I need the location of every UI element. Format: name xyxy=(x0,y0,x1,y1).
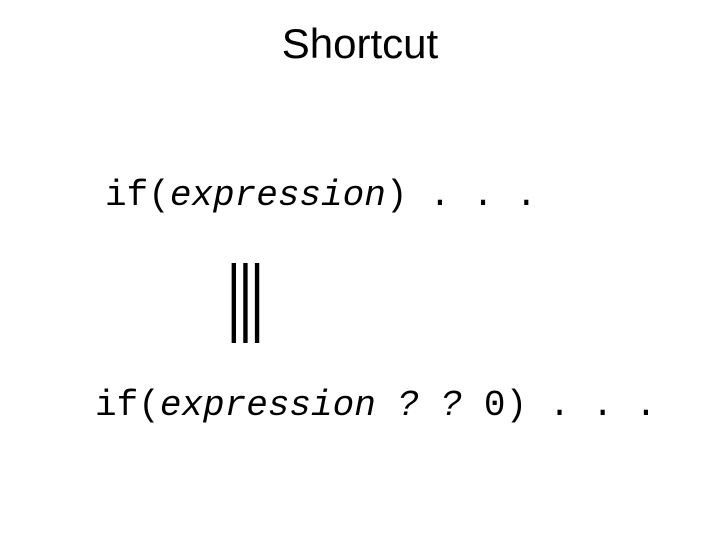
if-keyword: if( xyxy=(105,175,170,216)
code-line-1: if(expression) . . . xyxy=(105,175,537,216)
zero-literal: 0) xyxy=(484,385,549,426)
expression-italic: expression xyxy=(170,175,386,216)
operator-placeholder: ? ? xyxy=(376,385,484,426)
ellipsis: . . . xyxy=(429,175,537,216)
if-keyword: if( xyxy=(95,385,160,426)
slide-title: Shortcut xyxy=(0,20,720,68)
close-paren: ) xyxy=(386,175,429,216)
ellipsis: . . . xyxy=(549,385,657,426)
equivalence-symbol: ||| xyxy=(225,245,260,346)
expression-italic: expression xyxy=(160,385,376,426)
code-line-2: if(expression ? ? 0) . . . xyxy=(95,385,657,426)
